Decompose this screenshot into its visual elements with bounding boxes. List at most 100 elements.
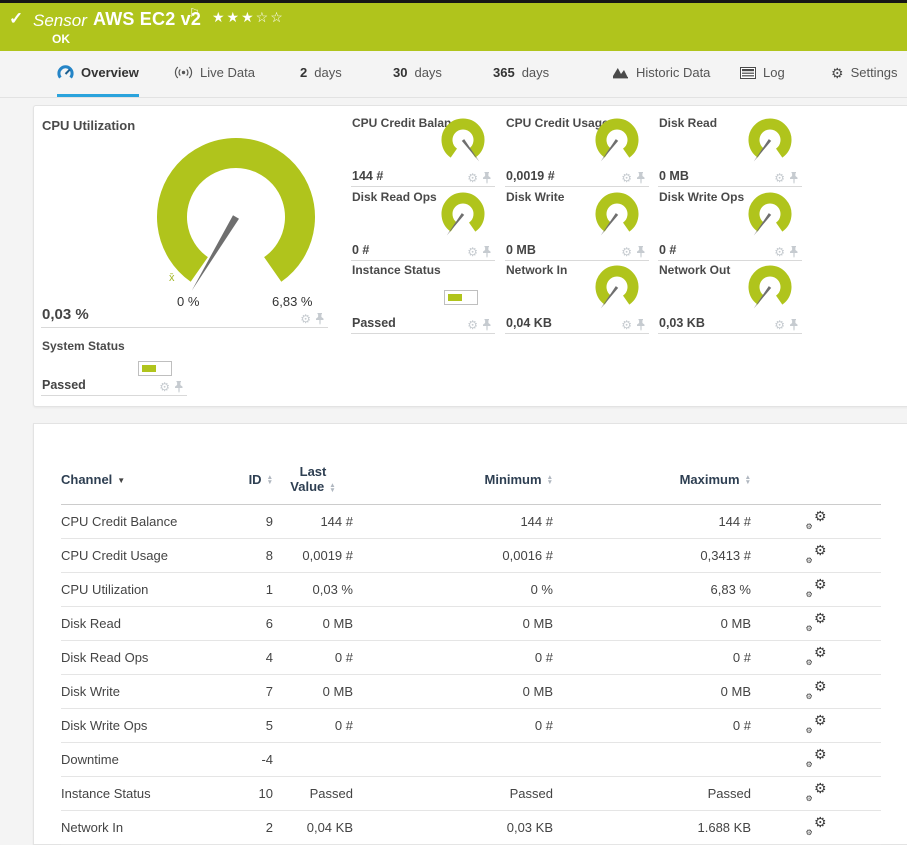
tab-365-days[interactable]: 365 days [493, 51, 549, 97]
gauge-panel-network-out[interactable]: Network Out 0,03 KB ⚙ [658, 260, 802, 334]
gear-icon[interactable]: ⚙ [621, 319, 632, 331]
header-label: Minimum [484, 471, 542, 487]
gauge-panel-instance-status[interactable]: Instance Status Passed ⚙ [351, 260, 495, 334]
gauge-panel-disk-read-ops[interactable]: Disk Read Ops 0 # ⚙ [351, 187, 495, 261]
cell-channel[interactable]: Disk Write Ops [61, 708, 211, 743]
channel-settings-icon[interactable]: ⚙ ⚙ [806, 780, 827, 803]
gear-icon[interactable]: ⚙ [774, 319, 785, 331]
pin-icon[interactable] [789, 172, 799, 184]
cell-channel[interactable]: Disk Read [61, 606, 211, 641]
column-header-maximum[interactable]: Maximum ▲ ▼ [553, 450, 751, 505]
channel-settings-icon[interactable]: ⚙ ⚙ [806, 576, 827, 599]
tab-30-days[interactable]: 30 days [393, 51, 442, 97]
pin-icon[interactable] [789, 246, 799, 258]
gauge-value: Passed [42, 378, 86, 392]
gear-icon[interactable]: ⚙ [467, 172, 478, 184]
gear-icon[interactable]: ⚙ [159, 381, 170, 393]
cell-channel[interactable]: CPU Utilization [61, 572, 211, 607]
gear-icon[interactable]: ⚙ [621, 172, 632, 184]
gauge-panel-cpu-utilization[interactable]: CPU Utilization x̄ 0 % 6,83 % 0,03 % ⚙ [41, 113, 328, 328]
area-chart-icon [613, 68, 628, 79]
gear-icon[interactable]: ⚙ [774, 246, 785, 258]
cell-channel[interactable]: CPU Credit Balance [61, 504, 211, 539]
tab-label: days [414, 65, 442, 80]
table-row[interactable]: Downtime -4 ⚙ ⚙ [61, 742, 881, 777]
gauge-panel-disk-write-ops[interactable]: Disk Write Ops 0 # ⚙ [658, 187, 802, 261]
tab-2-days[interactable]: 2 days [300, 51, 342, 97]
tab-settings[interactable]: ⚙ Settings [831, 51, 898, 97]
cell-channel[interactable]: Network In [61, 810, 211, 845]
gauge-value: Passed [352, 316, 396, 330]
column-header-channel[interactable]: Channel ▼ [61, 450, 211, 505]
tab-live-data[interactable]: Live Data [174, 51, 255, 97]
cell-last-value: 144 # [273, 504, 353, 539]
gear-icon[interactable]: ⚙ [467, 319, 478, 331]
column-header-minimum[interactable]: Minimum ▲ ▼ [353, 450, 553, 505]
cell-minimum: 144 # [353, 504, 553, 539]
pin-icon[interactable] [789, 319, 799, 331]
table-row[interactable]: CPU Credit Usage 8 0,0019 # 0,0016 # 0,3… [61, 538, 881, 573]
channel-settings-icon[interactable]: ⚙ ⚙ [806, 746, 827, 769]
gauge-panel-disk-write[interactable]: Disk Write 0 MB ⚙ [505, 187, 649, 261]
header-label: Maximum [679, 471, 740, 487]
channel-settings-icon[interactable]: ⚙ ⚙ [806, 508, 827, 531]
small-gauge [748, 192, 792, 236]
gauge-panel-disk-read[interactable]: Disk Read 0 MB ⚙ [658, 113, 802, 187]
priority-stars[interactable]: ★★★☆☆ [212, 9, 285, 26]
tab-number: 30 [393, 65, 408, 80]
gear-icon[interactable]: ⚙ [467, 246, 478, 258]
table-row[interactable]: Disk Read Ops 4 0 # 0 # 0 # ⚙ ⚙ [61, 640, 881, 675]
channel-settings-icon[interactable]: ⚙ ⚙ [806, 712, 827, 735]
pin-icon[interactable] [482, 172, 492, 184]
gear-icon: ⚙ [831, 64, 844, 81]
cell-channel[interactable]: Instance Status [61, 776, 211, 811]
table-row[interactable]: Disk Write 7 0 MB 0 MB 0 MB ⚙ ⚙ [61, 674, 881, 709]
channel-settings-icon[interactable]: ⚙ ⚙ [806, 814, 827, 837]
tab-historic-data[interactable]: Historic Data [612, 51, 710, 97]
gear-icon[interactable]: ⚙ [774, 172, 785, 184]
gauge-panel-cpu-credit-usage[interactable]: CPU Credit Usage 0,0019 # ⚙ [505, 113, 649, 187]
flag-icon[interactable]: ⚐ [189, 6, 200, 20]
average-marker: x̄ [169, 272, 175, 284]
pin-icon[interactable] [636, 172, 646, 184]
table-row[interactable]: CPU Credit Balance 9 144 # 144 # 144 # ⚙… [61, 504, 881, 539]
pin-icon[interactable] [636, 246, 646, 258]
sensor-title: AWS EC2 v2 [93, 9, 202, 29]
gauge-panel-system-status[interactable]: System Status Passed ⚙ [41, 336, 187, 396]
cell-channel[interactable]: CPU Credit Usage [61, 538, 211, 573]
pin-icon[interactable] [636, 319, 646, 331]
cell-maximum [553, 742, 751, 777]
gear-icon[interactable]: ⚙ [621, 246, 632, 258]
gauge-panel-network-in[interactable]: Network In 0,04 KB ⚙ [505, 260, 649, 334]
header-label: Value [290, 479, 325, 494]
cell-channel[interactable]: Downtime [61, 742, 211, 777]
header-label: Channel [61, 471, 113, 487]
table-row[interactable]: Disk Read 6 0 MB 0 MB 0 MB ⚙ ⚙ [61, 606, 881, 641]
channel-settings-icon[interactable]: ⚙ ⚙ [806, 542, 827, 565]
tab-log[interactable]: Log [740, 51, 785, 97]
table-row[interactable]: CPU Utilization 1 0,03 % 0 % 6,83 % ⚙ ⚙ [61, 572, 881, 607]
table-row[interactable]: Instance Status 10 Passed Passed Passed … [61, 776, 881, 811]
table-row[interactable]: Disk Write Ops 5 0 # 0 # 0 # ⚙ ⚙ [61, 708, 881, 743]
pin-icon[interactable] [315, 313, 325, 325]
column-header-last-value[interactable]: Last Value ▲ ▼ [273, 450, 353, 505]
pin-icon[interactable] [482, 319, 492, 331]
tab-overview[interactable]: Overview [57, 51, 139, 97]
pin-icon[interactable] [482, 246, 492, 258]
small-gauge [748, 118, 792, 162]
channel-settings-icon[interactable]: ⚙ ⚙ [806, 610, 827, 633]
cell-channel[interactable]: Disk Write [61, 674, 211, 709]
channel-settings-icon[interactable]: ⚙ ⚙ [806, 678, 827, 701]
cell-channel[interactable]: Disk Read Ops [61, 640, 211, 675]
gauge-min-label: 0 % [177, 294, 200, 309]
gauge-panel-cpu-credit-balance[interactable]: CPU Credit Balance 144 # ⚙ [351, 113, 495, 187]
gauge-title: Disk Write [506, 190, 565, 204]
tab-number: 2 [300, 65, 308, 80]
pin-icon[interactable] [174, 381, 184, 393]
cell-last-value: 0 MB [273, 606, 353, 641]
sorted-desc-icon: ▼ [117, 475, 126, 485]
column-header-id[interactable]: ID ▲ ▼ [211, 450, 273, 505]
gear-icon[interactable]: ⚙ [300, 313, 311, 325]
table-row[interactable]: Network In 2 0,04 KB 0,03 KB 1.688 KB ⚙ ⚙ [61, 810, 881, 845]
channel-settings-icon[interactable]: ⚙ ⚙ [806, 644, 827, 667]
